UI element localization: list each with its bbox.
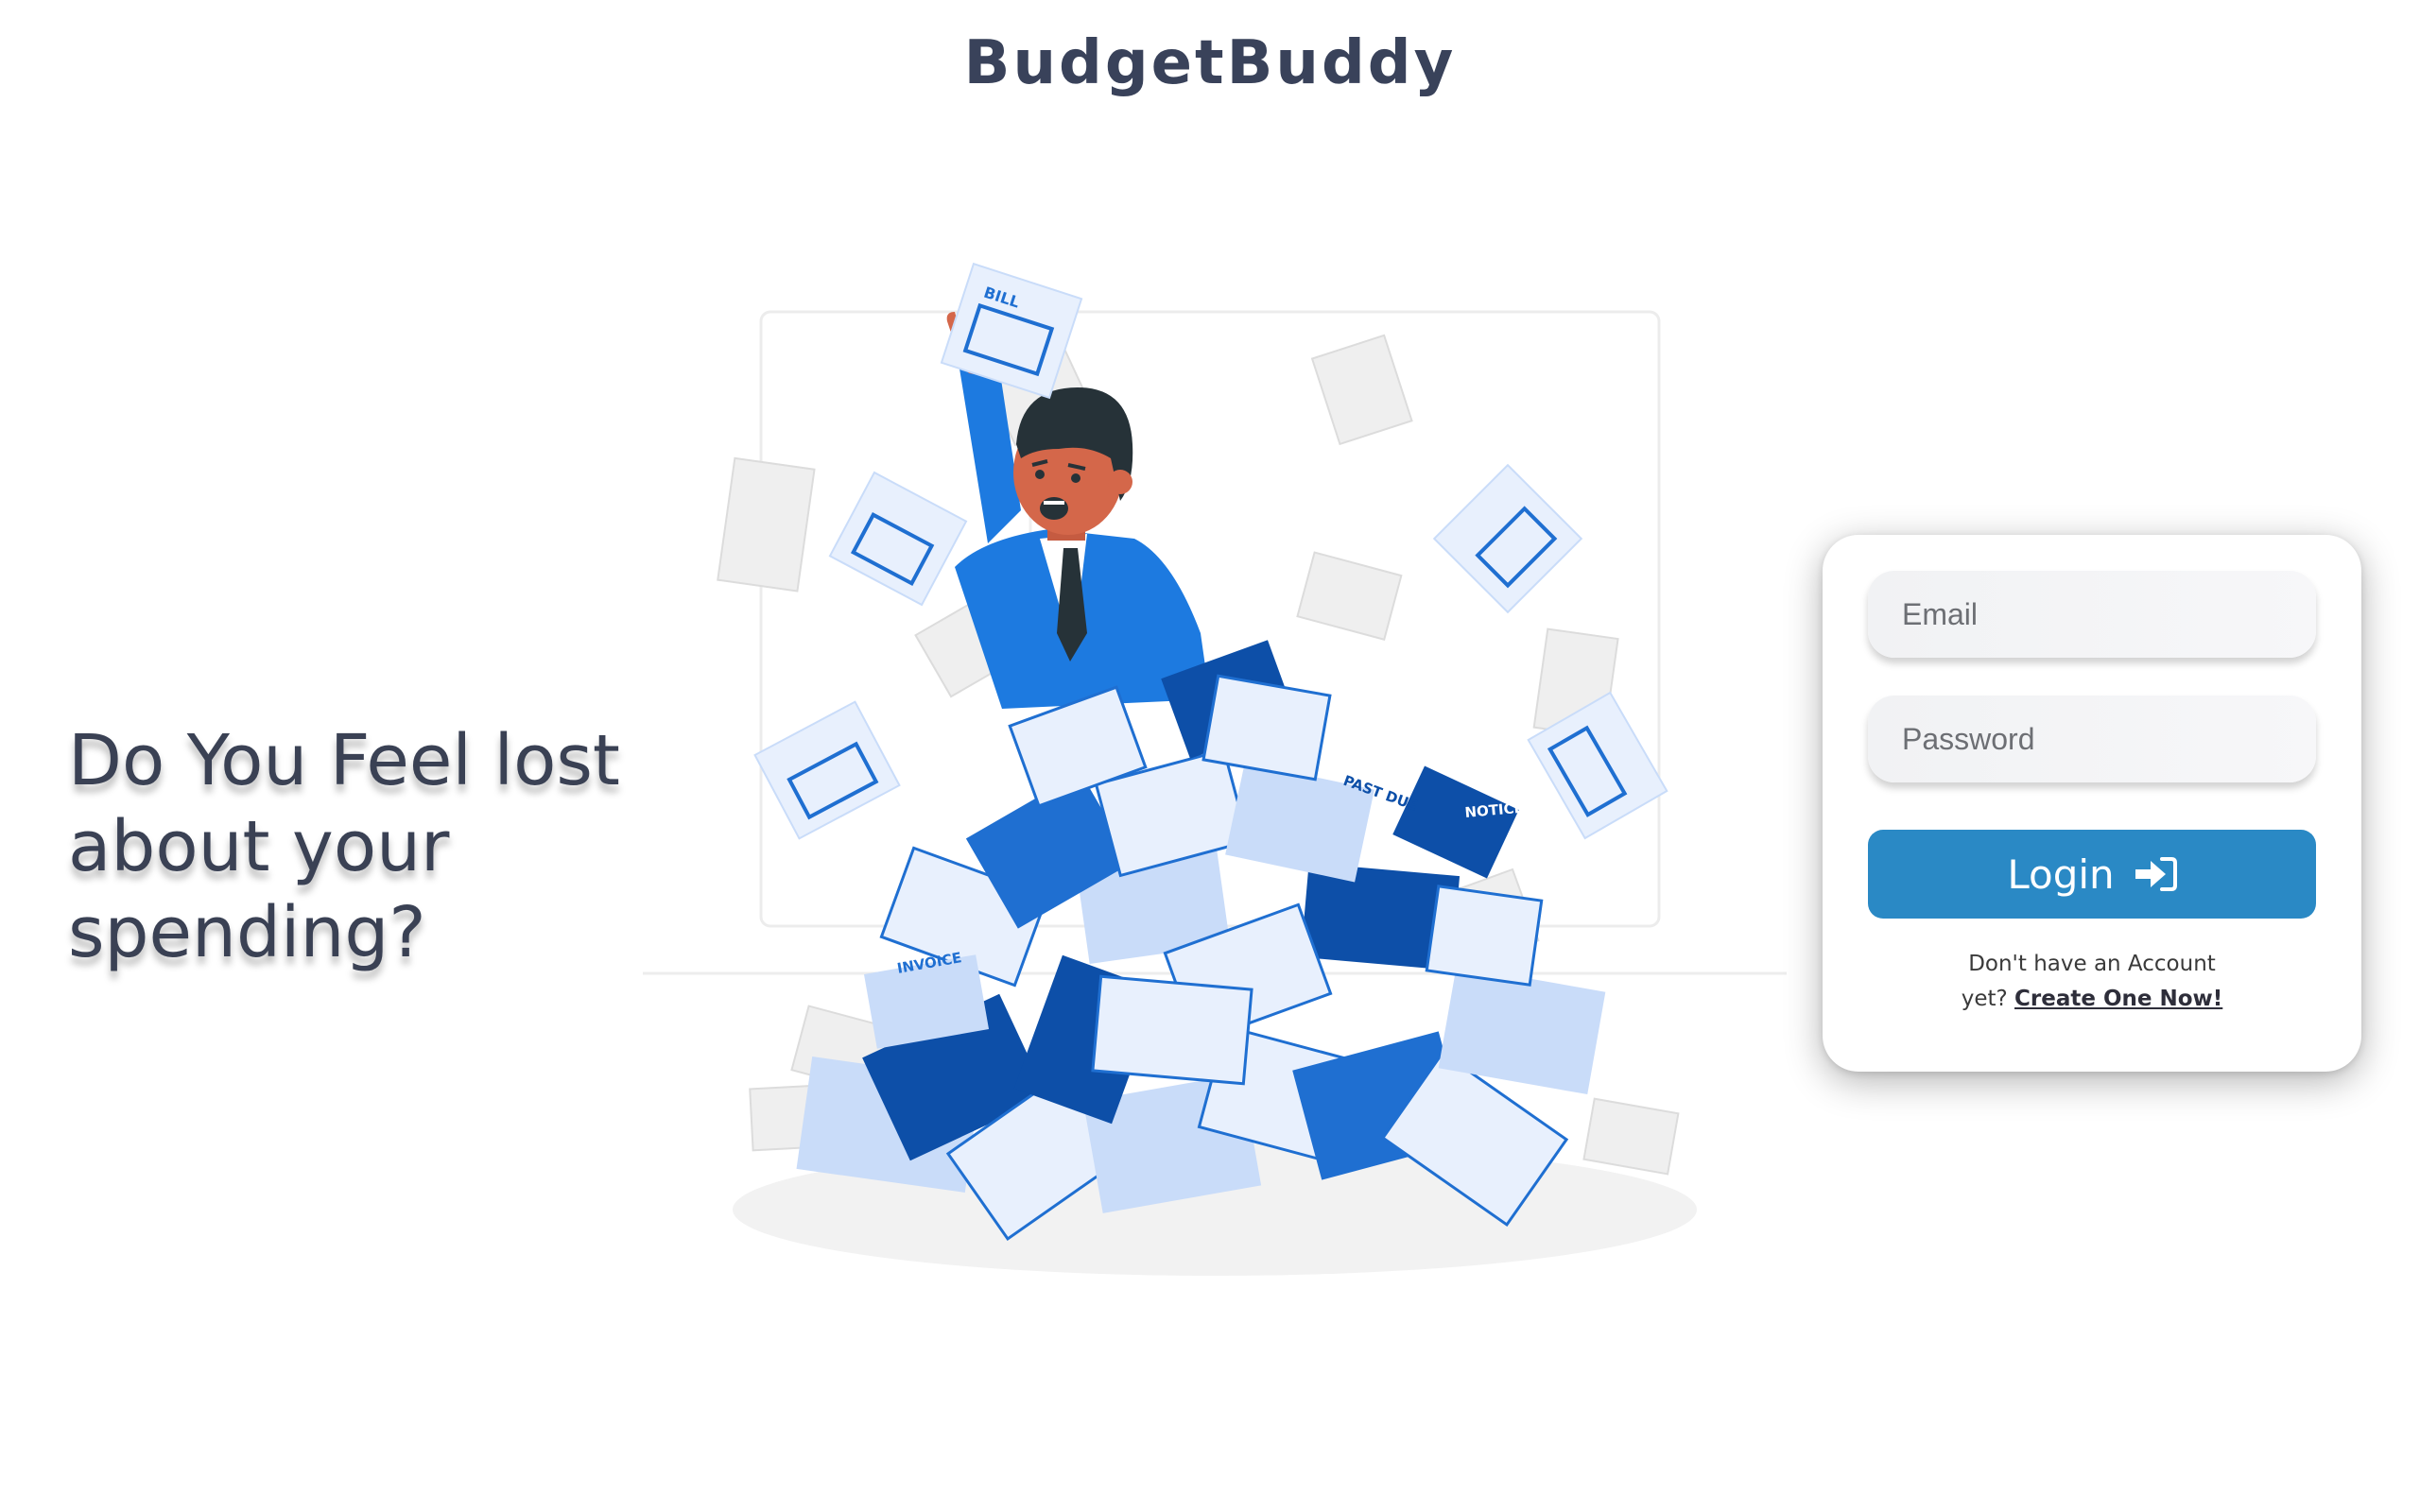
headline-line-3: spending? — [68, 892, 426, 973]
password-field[interactable] — [1868, 696, 2316, 782]
app-logo: BudgetBuddy — [963, 28, 1457, 98]
signup-prompt-line-1: Don't have an Account — [1968, 952, 2216, 976]
overwhelmed-by-bills-illustration: BILL INVOICE PAST DUE NOTICE — [643, 262, 1787, 1276]
headline-line-2: about your — [68, 806, 450, 887]
headline-line-1: Do You Feel lost — [68, 720, 620, 801]
login-button[interactable]: Login — [1868, 830, 2316, 919]
bill-pile: INVOICE PAST DUE NOTICE — [796, 640, 1606, 1242]
login-card: Login Don't have an Account yet? Create … — [1823, 535, 2361, 1072]
email-field[interactable] — [1868, 571, 2316, 658]
sign-in-icon — [2135, 857, 2177, 891]
signup-prompt-line-2: yet? — [1961, 987, 2008, 1011]
hero-headline: Do You Feel lost about your spending? — [68, 718, 654, 976]
create-account-link[interactable]: Create One Now! — [2014, 987, 2222, 1011]
login-button-label: Login — [2007, 850, 2115, 898]
signup-prompt: Don't have an Account yet? Create One No… — [1823, 947, 2361, 1017]
